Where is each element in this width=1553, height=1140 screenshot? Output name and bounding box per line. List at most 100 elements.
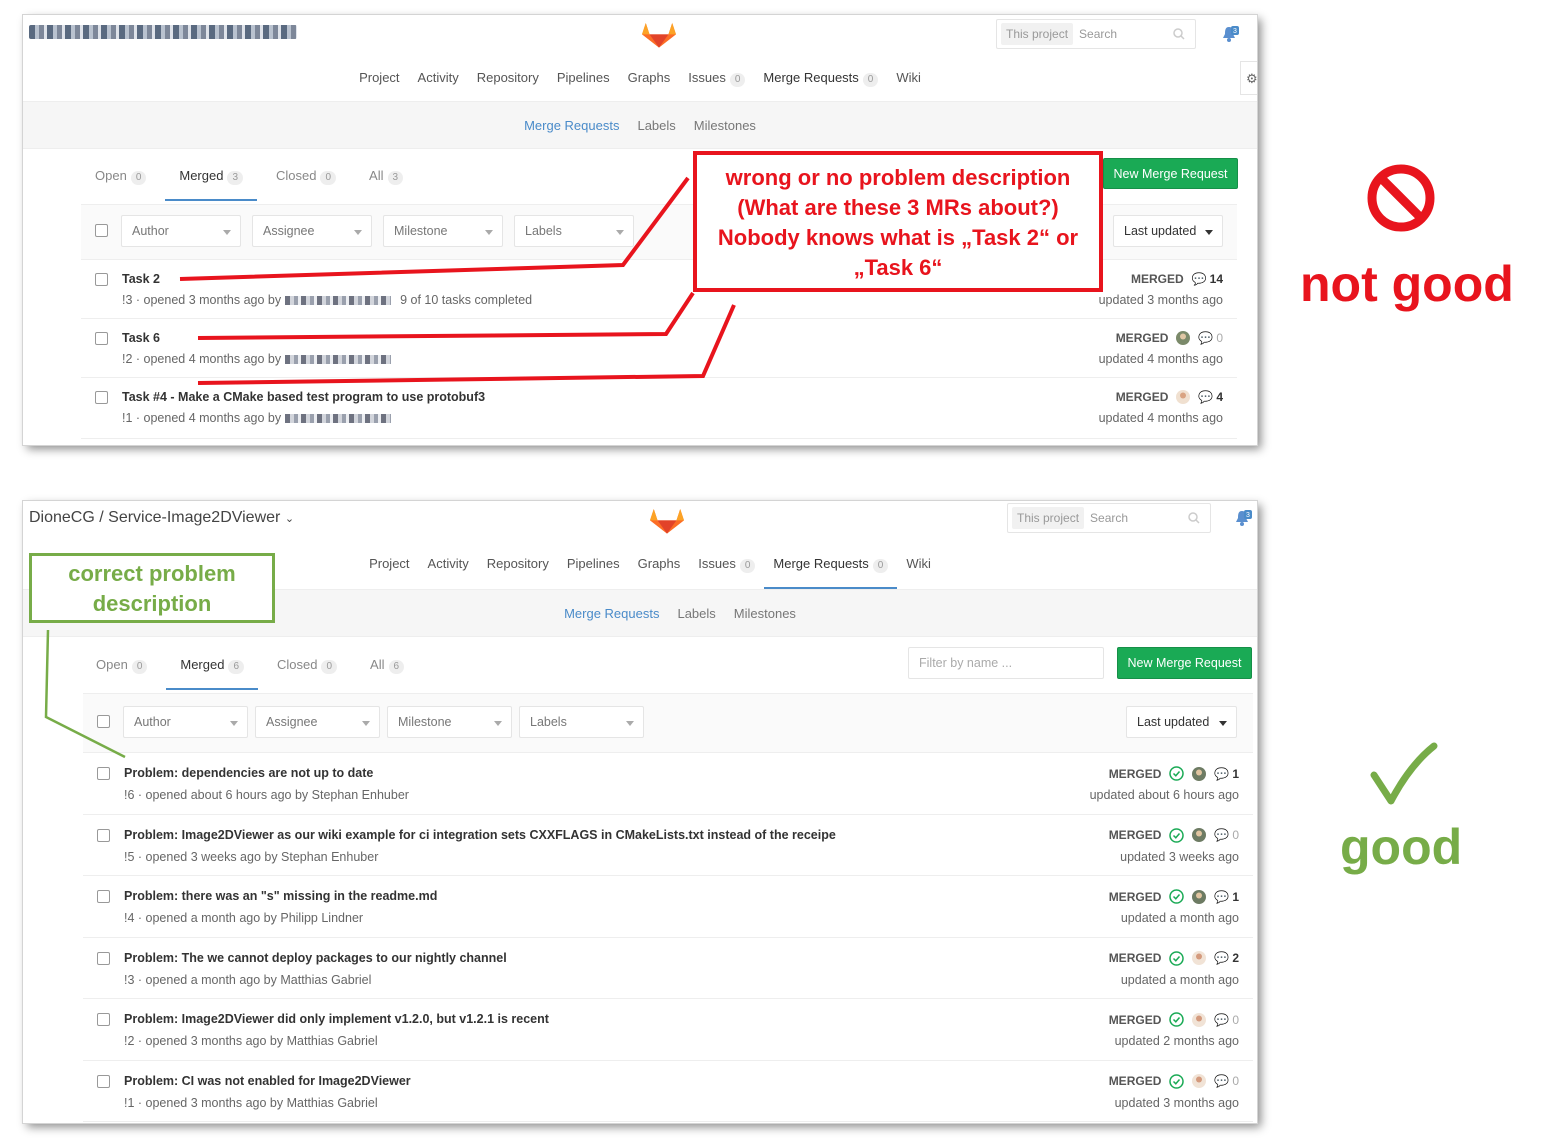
tab-open[interactable]: Open 0 [96,657,148,690]
nav-issues[interactable]: Issues 0 [689,549,764,589]
mr-title[interactable]: Task 6 [122,331,160,345]
mr-checkbox[interactable] [95,332,108,345]
nav-repository[interactable]: Repository [468,63,548,103]
search-scope[interactable]: This project [1001,23,1074,45]
tab-closed[interactable]: Closed 0 [277,657,338,690]
nav-graphs[interactable]: Graphs [629,549,690,589]
mr-row[interactable]: Problem: The we cannot deploy packages t… [83,937,1253,999]
labels-dropdown[interactable]: Labels [519,706,644,738]
mr-row[interactable]: Problem: dependencies are not up to date… [83,753,1253,815]
author-name-blurred[interactable] [284,355,391,365]
new-merge-request-button[interactable]: New Merge Request [1117,647,1252,679]
sort-dropdown[interactable]: Last updated [1113,215,1223,247]
avatar-icon[interactable] [1192,1074,1207,1088]
tab-open[interactable]: Open 0 [95,168,147,201]
subnav-milestones[interactable]: Milestones [694,118,756,133]
bell-icon[interactable]: 3 [1221,25,1239,43]
labels-dropdown[interactable]: Labels [514,215,634,247]
mr-title[interactable]: Problem: dependencies are not up to date [124,766,373,780]
mr-row[interactable]: Problem: Image2DViewer as our wiki examp… [83,814,1253,876]
nav-graphs[interactable]: Graphs [619,63,680,103]
avatar-icon[interactable] [1192,889,1207,904]
nav-merge-requests[interactable]: Merge Requests 0 [754,63,888,103]
pipeline-passed-icon[interactable] [1169,766,1185,781]
subnav-labels[interactable]: Labels [637,118,675,133]
nav-pipelines[interactable]: Pipelines [558,549,629,589]
nav-activity[interactable]: Activity [409,63,468,103]
author-name-blurred[interactable] [284,414,391,424]
tab-closed[interactable]: Closed 0 [276,168,337,201]
pipeline-passed-icon[interactable] [1169,827,1185,843]
pipeline-passed-icon[interactable] [1169,889,1185,904]
avatar-icon[interactable] [1192,766,1207,781]
mr-title[interactable]: Problem: Image2DViewer as our wiki examp… [124,828,836,842]
mr-checkbox[interactable] [97,767,110,780]
mr-title[interactable]: Problem: CI was not enabled for Image2DV… [124,1074,411,1088]
subnav-labels[interactable]: Labels [677,606,715,621]
select-all-checkbox[interactable] [97,715,110,728]
nav-repository[interactable]: Repository [478,549,558,589]
project-title[interactable]: DioneCG / Service-Image2DViewer ⌄ [29,509,294,527]
nav-wiki[interactable]: Wiki [887,63,930,103]
nav-pipelines[interactable]: Pipelines [548,63,619,103]
mr-row[interactable]: Task #4 - Make a CMake based test progra… [81,378,1237,439]
mr-title[interactable]: Problem: there was an "s" missing in the… [124,889,437,903]
author-dropdown[interactable]: Author [121,215,241,247]
avatar-icon[interactable] [1176,331,1191,345]
bell-icon[interactable]: 3 [1234,509,1252,527]
chevron-down-icon[interactable]: ⌄ [285,513,294,525]
mr-checkbox[interactable] [97,890,110,903]
avatar-icon[interactable] [1176,390,1191,404]
milestone-dropdown[interactable]: Milestone [383,215,503,247]
mr-row[interactable]: Problem: there was an "s" missing in the… [83,876,1253,938]
tab-all[interactable]: All 6 [370,657,405,690]
assignee-dropdown[interactable]: Assignee [252,215,372,247]
subnav-milestones[interactable]: Milestones [734,606,796,621]
search-icon[interactable] [1171,28,1187,40]
nav-wiki[interactable]: Wiki [897,549,940,589]
assignee-dropdown[interactable]: Assignee [255,706,380,738]
mr-row[interactable]: Problem: CI was not enabled for Image2DV… [83,1060,1253,1122]
search-scope[interactable]: This project [1012,507,1085,529]
nav-issues[interactable]: Issues 0 [679,63,754,103]
tab-merged[interactable]: Merged 6 [166,657,259,690]
search-box[interactable]: This project Search [1007,503,1211,533]
nav-project[interactable]: Project [350,63,408,103]
project-title-blurred[interactable] [29,25,297,39]
avatar-icon[interactable] [1192,951,1207,965]
tab-all[interactable]: All 3 [369,168,404,201]
tab-merged[interactable]: Merged 3 [165,168,258,201]
mr-title[interactable]: Task 2 [122,272,160,286]
filter-by-name-input[interactable]: Filter by name ... [908,647,1104,679]
mr-row[interactable]: Task 6 !2 · opened 4 months ago by MERGE… [81,319,1237,378]
subnav-merge-requests[interactable]: Merge Requests [564,606,659,621]
avatar-icon[interactable] [1192,1012,1207,1027]
mr-checkbox[interactable] [95,273,108,286]
nav-project[interactable]: Project [360,549,418,589]
mr-checkbox[interactable] [97,1013,110,1026]
mr-checkbox[interactable] [95,391,108,404]
pipeline-passed-icon[interactable] [1169,1073,1185,1089]
mr-row[interactable]: Problem: Image2DViewer did only implemen… [83,999,1253,1061]
gitlab-logo-icon[interactable] [642,16,676,48]
mr-title[interactable]: Problem: Image2DViewer did only implemen… [124,1012,549,1026]
mr-checkbox[interactable] [97,828,110,842]
search-icon[interactable] [1186,512,1202,524]
mr-title[interactable]: Task #4 - Make a CMake based test progra… [122,390,485,404]
nav-merge-requests[interactable]: Merge Requests 0 [764,549,898,589]
search-box[interactable]: This project Search [996,19,1196,49]
mr-checkbox[interactable] [97,1074,110,1088]
avatar-icon[interactable] [1192,828,1207,842]
sort-dropdown[interactable]: Last updated [1126,706,1237,738]
author-dropdown[interactable]: Author [123,706,248,738]
select-all-checkbox[interactable] [95,224,108,237]
subnav-merge-requests[interactable]: Merge Requests [524,118,619,133]
new-merge-request-button[interactable]: New Merge Request [1103,158,1238,189]
author-name-blurred[interactable] [284,296,391,306]
pipeline-passed-icon[interactable] [1169,950,1185,966]
mr-checkbox[interactable] [97,951,110,965]
nav-activity[interactable]: Activity [419,549,478,589]
pipeline-passed-icon[interactable] [1169,1012,1185,1027]
milestone-dropdown[interactable]: Milestone [387,706,512,738]
gitlab-logo-icon[interactable] [650,502,684,534]
